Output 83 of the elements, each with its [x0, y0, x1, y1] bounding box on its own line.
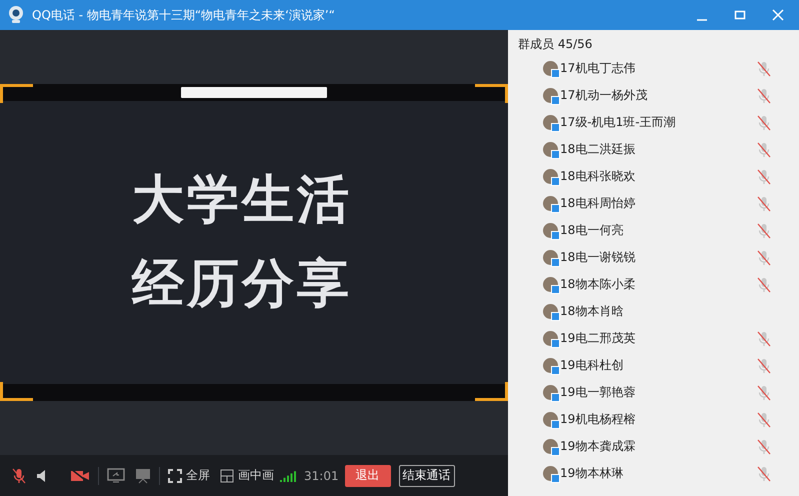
- avatar: [543, 61, 558, 76]
- microphone-muted-icon: [757, 466, 771, 482]
- member-row[interactable]: 18电一谢锐锐: [508, 244, 799, 271]
- member-name: 19物本龚成霖: [560, 438, 636, 455]
- member-name: 19电科杜创: [560, 357, 624, 374]
- close-icon: [772, 9, 784, 21]
- avatar: [543, 439, 558, 454]
- exit-button[interactable]: 退出: [344, 464, 391, 486]
- slide-heading: 经历分享: [132, 256, 353, 313]
- avatar: [543, 250, 558, 265]
- avatar: [543, 412, 558, 427]
- member-name: 19物本林琳: [560, 465, 624, 482]
- member-row[interactable]: 17机动一杨外茂: [508, 82, 799, 109]
- member-name: 18电二洪廷振: [560, 141, 636, 158]
- member-row[interactable]: 17机电丁志伟: [508, 55, 799, 82]
- slide-heading: 大学生活: [132, 172, 353, 230]
- member-count: 群成员 45/56: [517, 36, 594, 53]
- member-row[interactable]: 18物本肖晗: [508, 298, 799, 325]
- member-name: 17级-机电1班-王而潮: [560, 114, 677, 131]
- microphone-muted-icon: [757, 276, 771, 292]
- microphone-muted-icon: [757, 412, 771, 428]
- member-row[interactable]: 19电二邢茂英: [508, 325, 799, 352]
- microphone-muted-icon: [757, 168, 771, 184]
- avatar: [543, 223, 558, 238]
- member-row[interactable]: 18电科张晓欢: [508, 163, 799, 190]
- fullscreen-button[interactable]: 全屏: [164, 467, 214, 484]
- avatar: [543, 196, 558, 211]
- member-name: 18电科周怡婷: [560, 195, 636, 212]
- microphone-muted-icon: [757, 358, 771, 374]
- avatar: [543, 169, 558, 184]
- avatar: [543, 358, 558, 373]
- member-name: 17机电丁志伟: [560, 60, 636, 77]
- member-row[interactable]: 19物本林琳: [508, 460, 799, 487]
- microphone-muted-icon: [757, 196, 771, 212]
- presentation-icon: [135, 468, 151, 484]
- end-call-button[interactable]: 结束通话: [398, 464, 455, 486]
- member-name: 17机动一杨外茂: [560, 87, 648, 104]
- member-name: 18电一何亮: [560, 222, 624, 239]
- member-row[interactable]: 19电科杜创: [508, 352, 799, 379]
- signal-icon: [280, 470, 298, 482]
- member-row[interactable]: 19电一郭艳蓉: [508, 379, 799, 406]
- avatar: [543, 331, 558, 346]
- microphone-muted-icon: [757, 438, 771, 454]
- member-row[interactable]: 18物本陈小柔: [508, 271, 799, 298]
- member-name: 18物本肖晗: [560, 303, 624, 320]
- member-row[interactable]: 19物本龚成霖: [508, 433, 799, 460]
- microphone-muted-icon: [757, 88, 771, 104]
- member-name: 18电一谢锐锐: [560, 249, 636, 266]
- member-name: 19电一郭艳蓉: [560, 384, 636, 401]
- member-row[interactable]: 18电一何亮: [508, 217, 799, 244]
- avatar: [543, 466, 558, 481]
- avatar: [543, 385, 558, 400]
- microphone-muted-icon: [757, 330, 771, 346]
- fullscreen-icon: [168, 468, 182, 482]
- avatar: [543, 304, 558, 319]
- member-row[interactable]: 18电二洪廷振: [508, 136, 799, 163]
- microphone-muted-icon: [757, 250, 771, 266]
- window-layout-icon: [220, 468, 234, 482]
- member-row[interactable]: 19机电杨程榕: [508, 406, 799, 433]
- picture-in-picture-button[interactable]: 画中画: [216, 467, 278, 484]
- microphone-muted-icon: [757, 142, 771, 158]
- call-duration: 31:01: [304, 468, 339, 482]
- avatar: [543, 88, 558, 103]
- member-row[interactable]: 18电科周怡婷: [508, 190, 799, 217]
- microphone-muted-icon: [757, 60, 771, 76]
- microphone-muted-icon: [12, 468, 26, 484]
- member-name: 18物本陈小柔: [560, 276, 636, 293]
- webcam-logo-icon: [8, 6, 24, 24]
- maximize-icon: [734, 9, 746, 21]
- member-row[interactable]: 17级-机电1班-王而潮: [508, 109, 799, 136]
- member-name: 19电二邢茂英: [560, 330, 636, 347]
- microphone-muted-icon: [757, 222, 771, 238]
- avatar: [543, 277, 558, 292]
- avatar: [543, 115, 558, 130]
- corner-bracket: [0, 382, 33, 401]
- minimize-icon: [697, 19, 707, 21]
- microphone-muted-icon: [757, 384, 771, 400]
- corner-bracket: [0, 84, 33, 103]
- microphone-muted-icon: [757, 114, 771, 130]
- avatar: [543, 142, 558, 157]
- member-name: 18电科张晓欢: [560, 168, 636, 185]
- window-title: QQ电话 - 物电青年说第十三期“物电青年之未来‘演说家’“: [32, 6, 336, 24]
- member-name: 19机电杨程榕: [560, 411, 636, 428]
